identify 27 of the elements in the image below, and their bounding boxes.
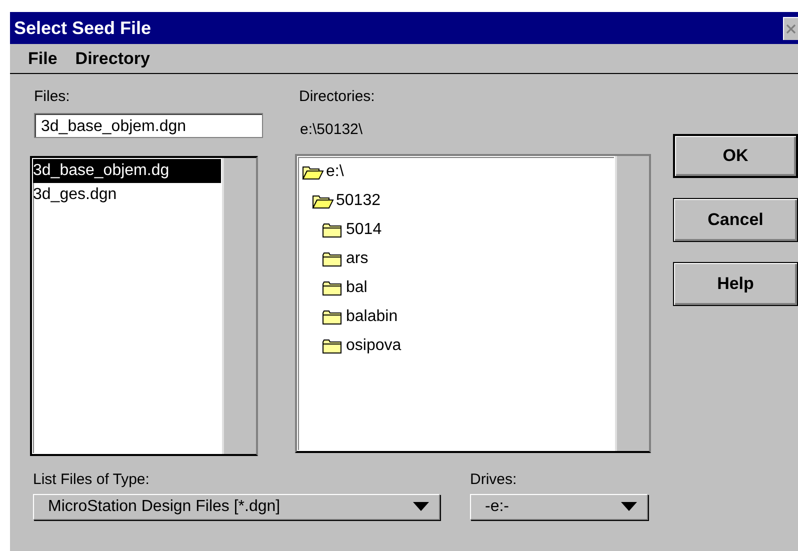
tree-node[interactable]: ars — [346, 250, 368, 268]
tree-node[interactable]: 5014 — [346, 220, 382, 238]
list-entry[interactable]: 3d_ges.dgn — [33, 183, 221, 207]
tree-node[interactable]: bal — [346, 278, 368, 296]
tree-node[interactable]: balabin — [346, 308, 398, 326]
close-button[interactable] — [783, 16, 798, 40]
current-path: e:\50132\ — [300, 121, 364, 138]
dropdown-arrow-icon — [413, 502, 429, 512]
file-type-label: List Files of Type: — [33, 471, 150, 488]
close-icon — [784, 22, 798, 34]
dropdown-arrow-icon — [621, 502, 637, 512]
tree-node[interactable]: osipova — [346, 336, 402, 354]
tree-node[interactable]: 50132 — [336, 192, 380, 210]
dialog-button[interactable]: Help — [673, 262, 798, 306]
files-label: Files: — [34, 88, 71, 105]
window-title: Select Seed File — [14, 18, 152, 38]
list-entry[interactable]: 3d_base_objem.dg — [33, 159, 221, 183]
tree-node[interactable]: e:\ — [326, 162, 344, 180]
menu-item[interactable]: Directory — [75, 48, 150, 68]
dialog-button[interactable]: Cancel — [673, 198, 798, 242]
drives-label: Drives: — [470, 471, 518, 488]
dialog-button[interactable]: OK — [673, 134, 798, 178]
file-name-field[interactable]: 3d_base_objem.dgn — [34, 113, 263, 138]
drives-dropdown[interactable]: -e:- — [470, 494, 648, 520]
menu-item[interactable]: File — [28, 48, 58, 68]
file-type-dropdown[interactable]: MicroStation Design Files [*.dgn] — [33, 494, 440, 520]
directories-label: Directories: — [299, 88, 376, 105]
